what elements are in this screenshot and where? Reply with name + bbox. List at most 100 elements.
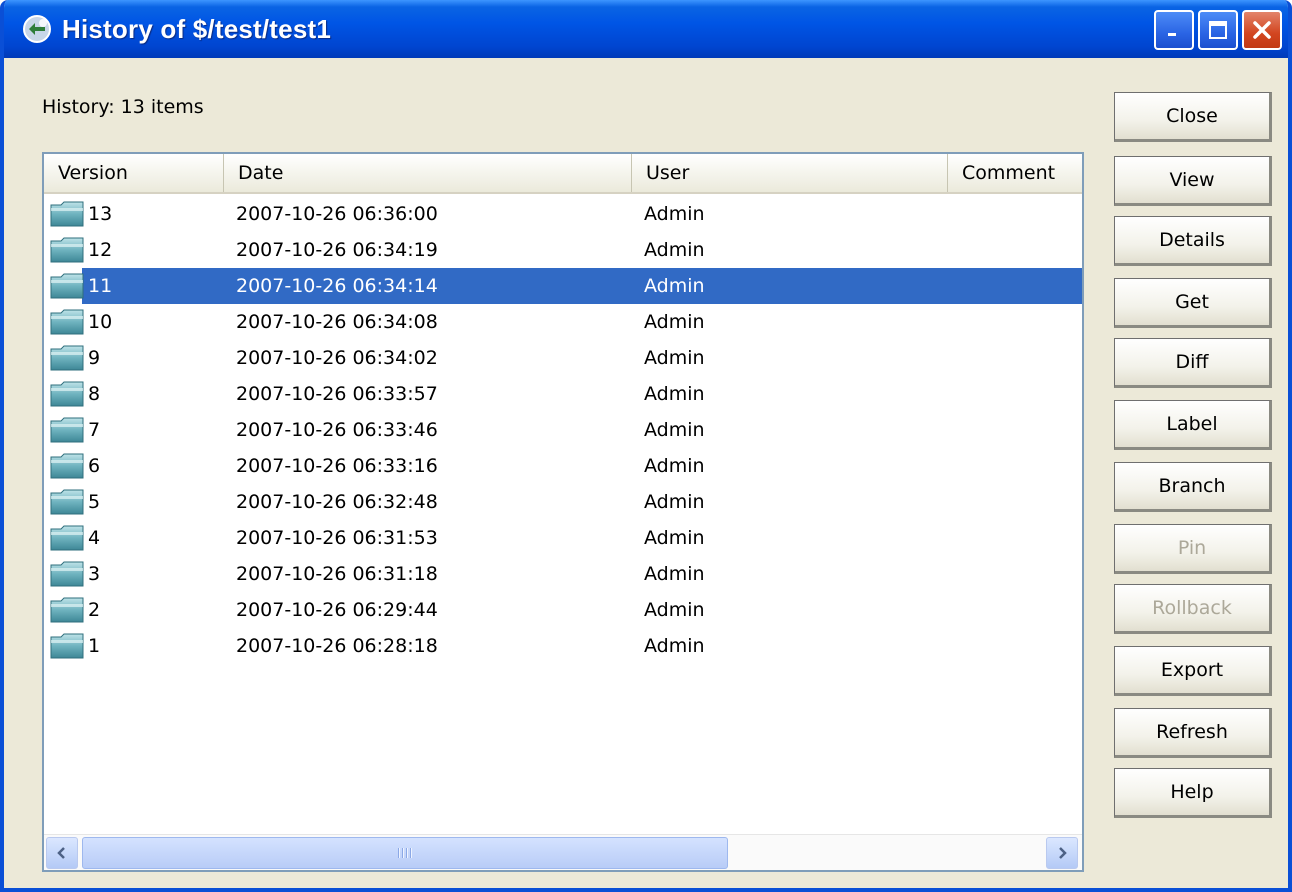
table-row[interactable]: 1 2007-10-26 06:28:18 Admin (44, 628, 1082, 664)
branch-button[interactable]: Branch (1114, 462, 1272, 512)
folder-icon (50, 525, 84, 551)
user-cell: Admin (644, 419, 705, 441)
arrow-right-icon (1059, 847, 1067, 859)
user-cell: Admin (644, 599, 705, 621)
folder-icon (50, 273, 84, 299)
version-cell: 9 (88, 347, 101, 369)
date-cell: 2007-10-26 06:34:19 (236, 239, 438, 261)
column-header-user[interactable]: User (632, 154, 948, 192)
version-cell: 1 (88, 635, 101, 657)
close-window-button[interactable] (1242, 10, 1282, 50)
folder-icon (50, 561, 84, 587)
title-bar[interactable]: History of $/test/test1 (4, 0, 1288, 58)
folder-icon (50, 417, 84, 443)
table-row[interactable]: 5 2007-10-26 06:32:48 Admin (44, 484, 1082, 520)
label-button[interactable]: Label (1114, 400, 1272, 450)
minimize-button[interactable] (1154, 10, 1194, 50)
refresh-button[interactable]: Refresh (1114, 708, 1272, 758)
table-row[interactable]: 6 2007-10-26 06:33:16 Admin (44, 448, 1082, 484)
version-cell: 2 (88, 599, 101, 621)
list-header: Version Date User Comment (44, 154, 1082, 194)
folder-icon (50, 597, 84, 623)
table-row[interactable]: 7 2007-10-26 06:33:46 Admin (44, 412, 1082, 448)
version-cell: 3 (88, 563, 101, 585)
view-button[interactable]: View (1114, 156, 1272, 206)
table-row[interactable]: 2 2007-10-26 06:29:44 Admin (44, 592, 1082, 628)
date-cell: 2007-10-26 06:31:18 (236, 563, 438, 585)
user-cell: Admin (644, 491, 705, 513)
user-cell: Admin (644, 347, 705, 369)
user-cell: Admin (644, 311, 705, 333)
date-cell: 2007-10-26 06:34:08 (236, 311, 438, 333)
user-cell: Admin (644, 635, 705, 657)
date-cell: 2007-10-26 06:33:46 (236, 419, 438, 441)
table-row[interactable]: 9 2007-10-26 06:34:02 Admin (44, 340, 1082, 376)
folder-icon (50, 489, 84, 515)
close-button[interactable]: Close (1114, 92, 1272, 142)
table-row[interactable]: 11 2007-10-26 06:34:14 Admin (44, 268, 1082, 304)
date-cell: 2007-10-26 06:28:18 (236, 635, 438, 657)
export-button[interactable]: Export (1114, 646, 1272, 696)
date-cell: 2007-10-26 06:29:44 (236, 599, 438, 621)
user-cell: Admin (644, 239, 705, 261)
diff-button[interactable]: Diff (1114, 338, 1272, 388)
version-cell: 7 (88, 419, 101, 441)
get-button[interactable]: Get (1114, 278, 1272, 328)
version-cell: 12 (88, 239, 113, 261)
scroll-left-button[interactable] (46, 837, 78, 869)
date-cell: 2007-10-26 06:34:02 (236, 347, 438, 369)
minimize-icon (1168, 33, 1176, 36)
folder-icon (50, 633, 84, 659)
help-button[interactable]: Help (1114, 768, 1272, 818)
app-icon (20, 12, 54, 46)
version-cell: 8 (88, 383, 101, 405)
grip-icon (398, 848, 412, 858)
version-cell: 13 (88, 203, 113, 225)
date-cell: 2007-10-26 06:36:00 (236, 203, 438, 225)
user-cell: Admin (644, 455, 705, 477)
table-row[interactable]: 8 2007-10-26 06:33:57 Admin (44, 376, 1082, 412)
column-header-date[interactable]: Date (224, 154, 632, 192)
folder-icon (50, 201, 84, 227)
history-list[interactable]: Version Date User Comment 13 2007-10-26 0… (42, 152, 1084, 872)
maximize-button[interactable] (1198, 10, 1238, 50)
table-row[interactable]: 3 2007-10-26 06:31:18 Admin (44, 556, 1082, 592)
version-cell: 10 (88, 311, 113, 333)
table-row[interactable]: 4 2007-10-26 06:31:53 Admin (44, 520, 1082, 556)
date-cell: 2007-10-26 06:31:53 (236, 527, 438, 549)
history-dialog: History of $/test/test1 History: 13 item… (0, 0, 1292, 892)
scroll-right-button[interactable] (1046, 837, 1078, 869)
scroll-thumb[interactable] (82, 837, 728, 869)
table-row[interactable]: 13 2007-10-26 06:36:00 Admin (44, 196, 1082, 232)
rollback-button[interactable]: Rollback (1114, 584, 1272, 634)
user-cell: Admin (644, 275, 705, 297)
user-cell: Admin (644, 527, 705, 549)
maximize-icon (1209, 21, 1227, 39)
details-button[interactable]: Details (1114, 216, 1272, 266)
user-cell: Admin (644, 203, 705, 225)
date-cell: 2007-10-26 06:33:57 (236, 383, 438, 405)
date-cell: 2007-10-26 06:33:16 (236, 455, 438, 477)
folder-icon (50, 309, 84, 335)
version-cell: 6 (88, 455, 101, 477)
version-cell: 5 (88, 491, 101, 513)
arrow-left-icon (57, 847, 65, 859)
folder-icon (50, 345, 84, 371)
column-header-comment[interactable]: Comment (948, 154, 1082, 192)
version-cell: 11 (88, 275, 113, 297)
table-row[interactable]: 12 2007-10-26 06:34:19 Admin (44, 232, 1082, 268)
user-cell: Admin (644, 563, 705, 585)
folder-icon (50, 453, 84, 479)
user-cell: Admin (644, 383, 705, 405)
date-cell: 2007-10-26 06:34:14 (236, 275, 438, 297)
table-row[interactable]: 10 2007-10-26 06:34:08 Admin (44, 304, 1082, 340)
date-cell: 2007-10-26 06:32:48 (236, 491, 438, 513)
pin-button[interactable]: Pin (1114, 524, 1272, 574)
horizontal-scrollbar[interactable] (44, 834, 1082, 870)
folder-icon (50, 381, 84, 407)
version-cell: 4 (88, 527, 101, 549)
folder-icon (50, 237, 84, 263)
window-controls (1154, 10, 1282, 50)
close-icon (1253, 21, 1271, 39)
column-header-version[interactable]: Version (44, 154, 224, 192)
